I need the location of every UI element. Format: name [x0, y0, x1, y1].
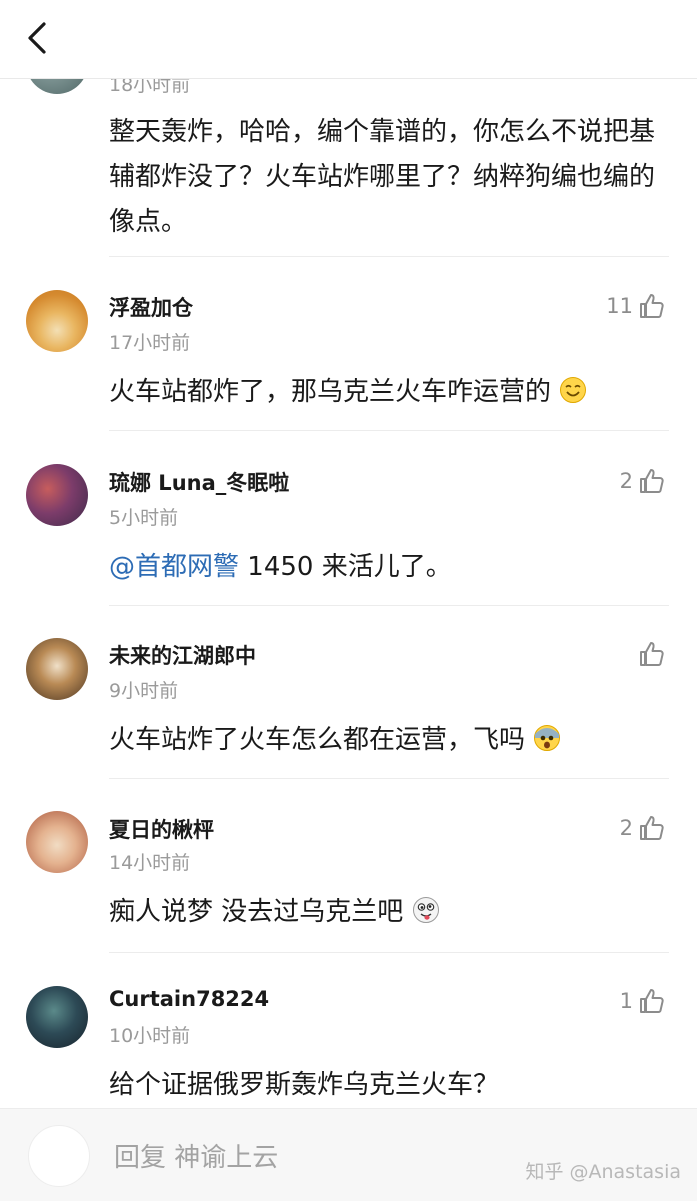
comment-text-content: 痴人说梦 没去过乌克兰吧 [109, 897, 404, 927]
like-button[interactable]: 11 [606, 290, 665, 322]
comment-author[interactable]: 琉娜 Luna_冬眠啦 [109, 467, 289, 497]
reply-input[interactable]: 回复 神谕上云 [114, 1137, 278, 1174]
comment-author[interactable]: Curtain78224 [109, 987, 269, 1011]
comment-text: 整天轰炸，哈哈，编个靠谱的，你怎么不说把基辅都炸没了？火车站炸哪里了？纳粹狗编也… [109, 117, 656, 237]
like-button[interactable]: 1 [620, 985, 665, 1017]
reply-bar: 回复 神谕上云 知乎 @Anastasia [0, 1108, 697, 1201]
like-count: 2 [619, 469, 633, 493]
comment-feed: 18小时前 整天轰炸，哈哈，编个靠谱的，你怎么不说把基辅都炸没了？火车站炸哪里了… [0, 0, 697, 1200]
comment-text: 火车站都炸了，那乌克兰火车咋运营的 [109, 370, 669, 415]
divider [109, 605, 669, 606]
comment-author[interactable]: 夏日的楸枰 [109, 814, 214, 844]
thumbs-up-icon [637, 292, 665, 320]
smiling-emoji-icon [559, 374, 587, 403]
comment-text: 火车站炸了火车怎么都在运营，飞吗 [109, 718, 669, 763]
comment-text-content: 火车站炸了火车怎么都在运营，飞吗 [109, 725, 526, 755]
avatar[interactable] [26, 464, 88, 526]
top-bar [0, 0, 697, 79]
comment-time: 10小时前 [109, 1025, 191, 1047]
avatar[interactable] [26, 290, 88, 352]
comment-author[interactable]: 浮盈加仓 [109, 292, 193, 322]
comment-time: 9小时前 [109, 680, 179, 702]
mention-link[interactable]: @首都网警 [109, 552, 239, 582]
comment-author[interactable]: 未来的江湖郎中 [109, 640, 256, 670]
avatar [28, 1125, 90, 1187]
comment-time: 17小时前 [109, 332, 191, 354]
comment-text-content: 1450 来活儿了。 [239, 552, 452, 582]
watermark: 知乎 @Anastasia [525, 1161, 681, 1183]
like-button[interactable]: 2 [620, 812, 665, 844]
thumbs-up-icon [637, 814, 665, 842]
comment-text: 给个证据俄罗斯轰炸乌克兰火车？ [109, 1070, 500, 1100]
like-count: 2 [619, 816, 633, 840]
thumbs-up-icon [637, 640, 665, 668]
thumbs-up-icon [637, 467, 665, 495]
scared-emoji-icon [533, 722, 561, 751]
comment-text-content: 火车站都炸了，那乌克兰火车咋运营的 [109, 377, 552, 407]
comment-text: @首都网警 1450 来活儿了。 [109, 545, 669, 590]
divider [109, 256, 669, 257]
like-count: 1 [619, 989, 633, 1013]
like-button[interactable] [633, 638, 665, 670]
avatar[interactable] [26, 811, 88, 873]
back-button[interactable] [22, 18, 58, 58]
divider [109, 952, 669, 953]
silly-emoji-icon [412, 894, 440, 923]
comment-time: 5小时前 [109, 507, 179, 529]
avatar[interactable] [26, 638, 88, 700]
comment-text: 痴人说梦 没去过乌克兰吧 [109, 890, 669, 935]
divider [109, 430, 669, 431]
divider [109, 778, 669, 779]
like-button[interactable]: 2 [620, 465, 665, 497]
chevron-left-icon [22, 22, 58, 62]
thumbs-up-icon [637, 987, 665, 1015]
like-count: 11 [606, 294, 633, 318]
comment-time: 14小时前 [109, 852, 191, 874]
avatar[interactable] [26, 986, 88, 1048]
